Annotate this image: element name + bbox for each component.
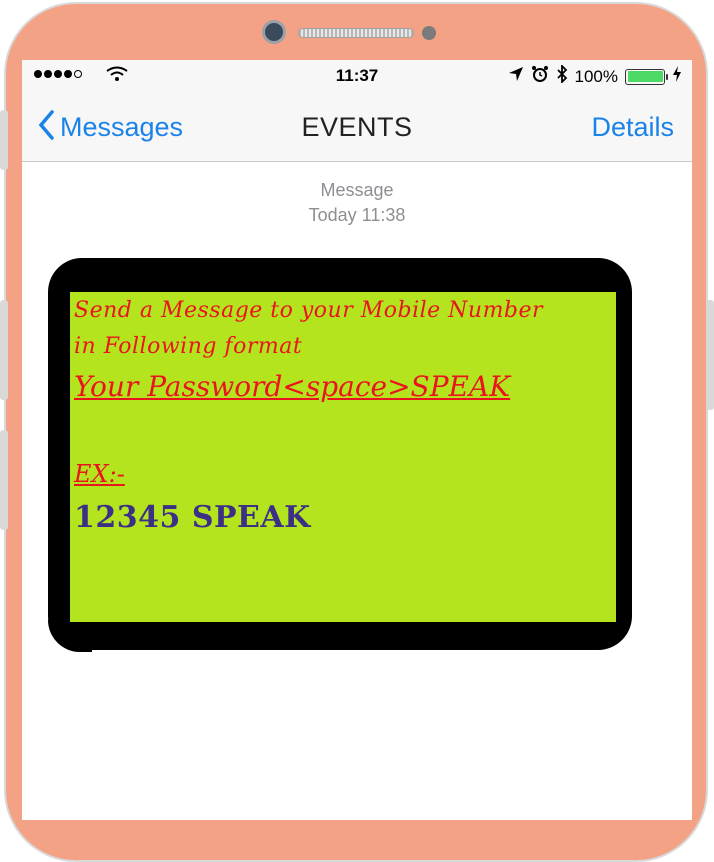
charging-bolt-icon xyxy=(672,66,682,87)
bluetooth-icon xyxy=(556,63,568,88)
front-camera xyxy=(262,20,286,44)
alarm-icon xyxy=(531,65,549,88)
power-button xyxy=(706,300,714,410)
example-label: EX:- xyxy=(74,460,125,488)
instruction-line-2: in Following format xyxy=(74,334,303,359)
example-value: 12345 SPEAK xyxy=(74,500,311,535)
volume-down-button xyxy=(0,430,8,530)
phone-screen: 11:37 100% Messages EVENTS Details Messa… xyxy=(22,60,692,820)
message-header: Message Today 11:38 xyxy=(22,178,692,228)
mute-switch xyxy=(0,110,8,170)
volume-up-button xyxy=(0,300,8,400)
instruction-line-1: Send a Message to your Mobile Number xyxy=(74,298,544,323)
battery-percent: 100% xyxy=(574,66,618,86)
location-arrow-icon xyxy=(508,66,524,87)
navigation-bar: Messages EVENTS Details xyxy=(22,90,692,162)
proximity-sensor xyxy=(422,26,436,40)
battery-level xyxy=(627,71,663,82)
message-label: Message xyxy=(320,180,394,200)
details-button[interactable]: Details xyxy=(591,112,674,143)
format-line: Your Password<space>SPEAK xyxy=(74,370,511,403)
message-timestamp: Today 11:38 xyxy=(308,205,406,225)
battery-icon xyxy=(625,68,668,85)
earpiece-speaker xyxy=(298,28,414,38)
status-bar: 11:37 100% xyxy=(22,60,692,90)
